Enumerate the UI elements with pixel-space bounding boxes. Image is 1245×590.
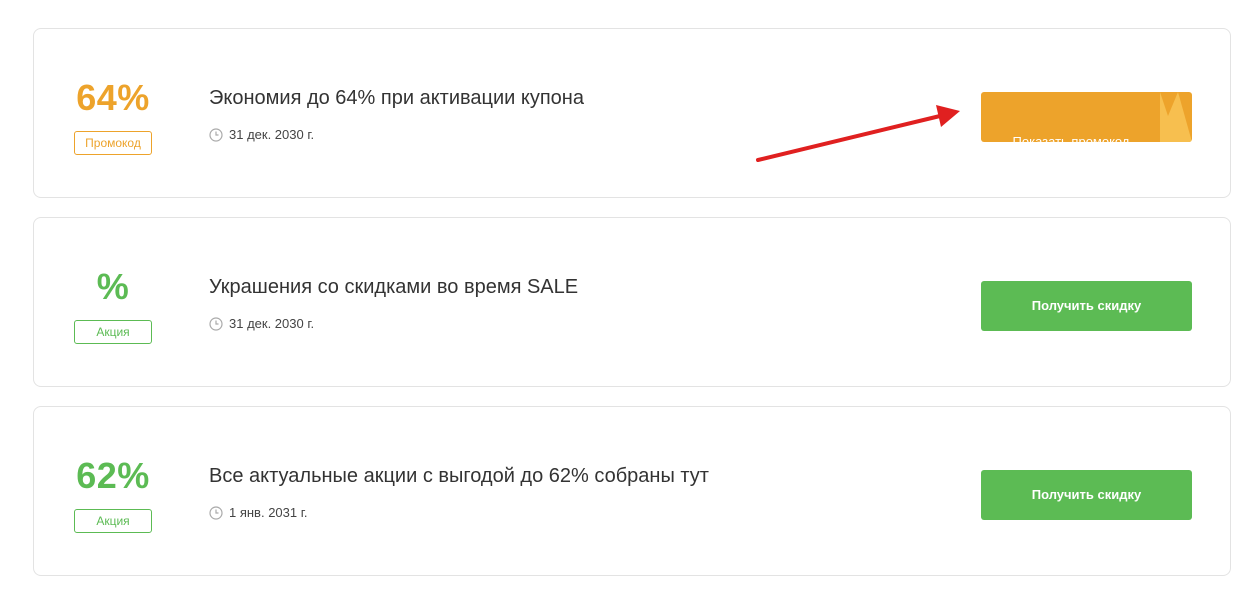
expiry-date: 31 дек. 2030 г. xyxy=(229,316,315,331)
badge-promocode: Промокод xyxy=(74,131,152,155)
expiry-date-row: 1 янв. 2031 г. xyxy=(209,505,308,520)
coupon-fold-corner xyxy=(1160,92,1192,142)
offer-card-deal: 62% Акция Все актуальные акции с выгодой… xyxy=(33,406,1231,576)
expiry-date-row: 31 дек. 2030 г. xyxy=(209,316,314,331)
show-promocode-button[interactable]: Показать промокод xyxy=(981,92,1192,142)
offer-title[interactable]: Экономия до 64% при активации купона xyxy=(209,87,584,110)
offer-card-promo: 64% Промокод Экономия до 64% при активац… xyxy=(33,28,1231,198)
badge-deal: Акция xyxy=(74,509,152,533)
badge-deal: Акция xyxy=(74,320,152,344)
get-discount-button[interactable]: Получить скидку xyxy=(981,470,1192,520)
offer-list: 64% Промокод Экономия до 64% при активац… xyxy=(0,0,1245,590)
discount-value: 64% xyxy=(76,77,150,118)
offer-card-deal: % Акция Украшения со скидками во время S… xyxy=(33,217,1231,387)
discount-value: % xyxy=(96,266,130,307)
clock-icon xyxy=(209,127,223,142)
discount-value: 62% xyxy=(76,455,150,496)
clock-icon xyxy=(209,316,223,331)
show-promocode-label: Показать промокод xyxy=(1012,134,1130,142)
expiry-date-row: 31 дек. 2030 г. xyxy=(209,127,314,142)
clock-icon xyxy=(209,505,223,520)
get-discount-button[interactable]: Получить скидку xyxy=(981,281,1192,331)
offer-title[interactable]: Все актуальные акции с выгодой до 62% со… xyxy=(209,465,709,488)
offer-title[interactable]: Украшения со скидками во время SALE xyxy=(209,276,578,299)
expiry-date: 1 янв. 2031 г. xyxy=(229,505,308,520)
expiry-date: 31 дек. 2030 г. xyxy=(229,127,315,142)
